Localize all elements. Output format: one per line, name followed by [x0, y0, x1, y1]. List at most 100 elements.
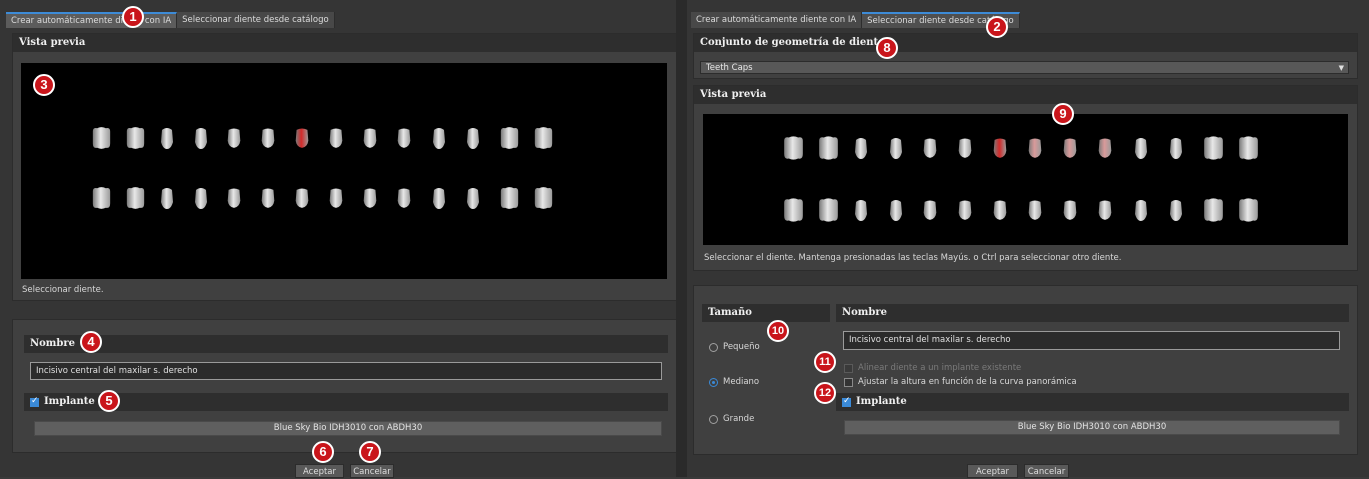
tooth[interactable]	[886, 134, 906, 162]
geometry-dropdown[interactable]: Teeth Caps ▼	[700, 61, 1349, 74]
tooth[interactable]	[361, 185, 379, 211]
tooth[interactable]	[851, 196, 871, 224]
tooth[interactable]	[1131, 196, 1151, 224]
implant-select-button[interactable]: Blue Sky Bio IDH3010 con ABDH30	[844, 420, 1340, 435]
tooth[interactable]	[1061, 134, 1079, 162]
annotation-badge-4: 4	[80, 331, 102, 353]
tooth[interactable]	[259, 125, 277, 151]
tooth[interactable]	[531, 185, 556, 211]
implant-select-button[interactable]: Blue Sky Bio IDH3010 con ABDH30	[34, 421, 662, 436]
tooth[interactable]	[191, 125, 211, 151]
tooth[interactable]	[123, 185, 148, 211]
cancel-button[interactable]: Cancelar	[350, 464, 394, 478]
tooth[interactable]	[781, 134, 806, 162]
preview-caption: Seleccionar el diente. Mantenga presiona…	[704, 253, 1122, 263]
size-large-label: Grande	[723, 414, 755, 424]
tooth[interactable]	[327, 125, 345, 151]
tooth[interactable]	[225, 125, 243, 151]
tooth[interactable]	[1096, 134, 1114, 162]
tooth[interactable]	[157, 125, 177, 151]
tooth[interactable]	[293, 125, 311, 151]
size-medium-radio[interactable]	[709, 378, 718, 387]
preview-caption: Seleccionar diente.	[22, 285, 104, 295]
size-small-radio[interactable]	[709, 343, 718, 352]
implant-checkbox[interactable]	[30, 396, 39, 407]
tooth[interactable]	[956, 134, 974, 162]
cancel-button[interactable]: Cancelar	[1024, 464, 1069, 478]
tooth[interactable]	[1236, 134, 1261, 162]
annotation-badge-3: 3	[33, 74, 55, 96]
tooth[interactable]	[463, 185, 483, 211]
right-tab-bar: Crear automáticamente diente con IA Sele…	[691, 12, 1020, 28]
tooth[interactable]	[89, 125, 114, 151]
accept-button[interactable]: Aceptar	[967, 464, 1018, 478]
tooth[interactable]	[463, 125, 483, 151]
tooth-name-field[interactable]: Incisivo central del maxilar s. derecho	[843, 331, 1340, 350]
tooth[interactable]	[497, 185, 522, 211]
tooth[interactable]	[816, 196, 841, 224]
tooth[interactable]	[1131, 134, 1151, 162]
tooth[interactable]	[1096, 196, 1114, 224]
right-dialog: Crear automáticamente diente con IA Sele…	[687, 0, 1369, 478]
tooth[interactable]	[991, 196, 1009, 224]
tooth[interactable]	[956, 196, 974, 224]
implant-checkbox[interactable]	[842, 396, 851, 407]
tooth[interactable]	[1026, 134, 1044, 162]
size-header: Tamaño	[702, 304, 830, 322]
tooth[interactable]	[1201, 134, 1226, 162]
tooth[interactable]	[429, 125, 449, 151]
tab-ai-create[interactable]: Crear automáticamente diente con IA	[691, 12, 863, 28]
tooth[interactable]	[123, 125, 148, 151]
tooth-name-field[interactable]: Incisivo central del maxilar s. derecho	[30, 362, 662, 380]
tooth[interactable]	[395, 185, 413, 211]
tooth[interactable]	[1166, 196, 1186, 224]
tooth[interactable]	[259, 185, 277, 211]
left-tab-bar: Crear automáticamente diente con IA Sele…	[6, 12, 335, 28]
tooth[interactable]	[395, 125, 413, 151]
tooth[interactable]	[225, 185, 243, 211]
tooth[interactable]	[1236, 196, 1261, 224]
tooth[interactable]	[191, 185, 211, 211]
tooth[interactable]	[429, 185, 449, 211]
tooth[interactable]	[991, 134, 1009, 162]
tooth[interactable]	[327, 185, 345, 211]
annotation-badge-6: 6	[312, 441, 334, 463]
tab-catalog[interactable]: Seleccionar diente desde catálogo	[177, 12, 335, 28]
adjust-height-checkbox[interactable]	[844, 378, 853, 387]
tab-ai-create[interactable]: Crear automáticamente diente con IA	[6, 12, 178, 28]
annotation-badge-10: 10	[767, 320, 789, 342]
preview-header: Vista previa	[694, 86, 1357, 104]
align-implant-checkbox[interactable]	[844, 364, 853, 373]
tooth[interactable]	[497, 125, 522, 151]
tooth-preview-viewport[interactable]	[703, 114, 1348, 245]
annotation-badge-11: 11	[814, 351, 836, 373]
tooth[interactable]	[1061, 196, 1079, 224]
chevron-down-icon: ▼	[1338, 64, 1344, 72]
annotation-badge-8: 8	[876, 37, 898, 59]
annotation-badge-2: 2	[986, 16, 1008, 38]
tooth[interactable]	[921, 134, 939, 162]
tooth[interactable]	[1026, 196, 1044, 224]
tooth[interactable]	[781, 196, 806, 224]
tooth[interactable]	[816, 134, 841, 162]
tooth[interactable]	[361, 125, 379, 151]
geometry-header: Conjunto de geometría de dientes	[694, 34, 1357, 52]
accept-button[interactable]: Aceptar	[295, 464, 344, 478]
size-medium-label: Mediano	[723, 377, 760, 387]
tooth[interactable]	[157, 185, 177, 211]
tooth[interactable]	[531, 125, 556, 151]
tooth[interactable]	[293, 185, 311, 211]
tooth[interactable]	[1201, 196, 1226, 224]
align-implant-label: Alinear diente a un implante existente	[858, 363, 1022, 373]
annotation-badge-7: 7	[359, 441, 381, 463]
tooth[interactable]	[886, 196, 906, 224]
tooth[interactable]	[851, 134, 871, 162]
tooth[interactable]	[1166, 134, 1186, 162]
tooth[interactable]	[921, 196, 939, 224]
size-large-radio[interactable]	[709, 415, 718, 424]
tooth[interactable]	[89, 185, 114, 211]
tooth-preview-viewport[interactable]	[21, 63, 667, 279]
implant-row	[836, 393, 1349, 411]
implant-label: Implante	[856, 396, 907, 407]
annotation-badge-9: 9	[1052, 103, 1074, 125]
